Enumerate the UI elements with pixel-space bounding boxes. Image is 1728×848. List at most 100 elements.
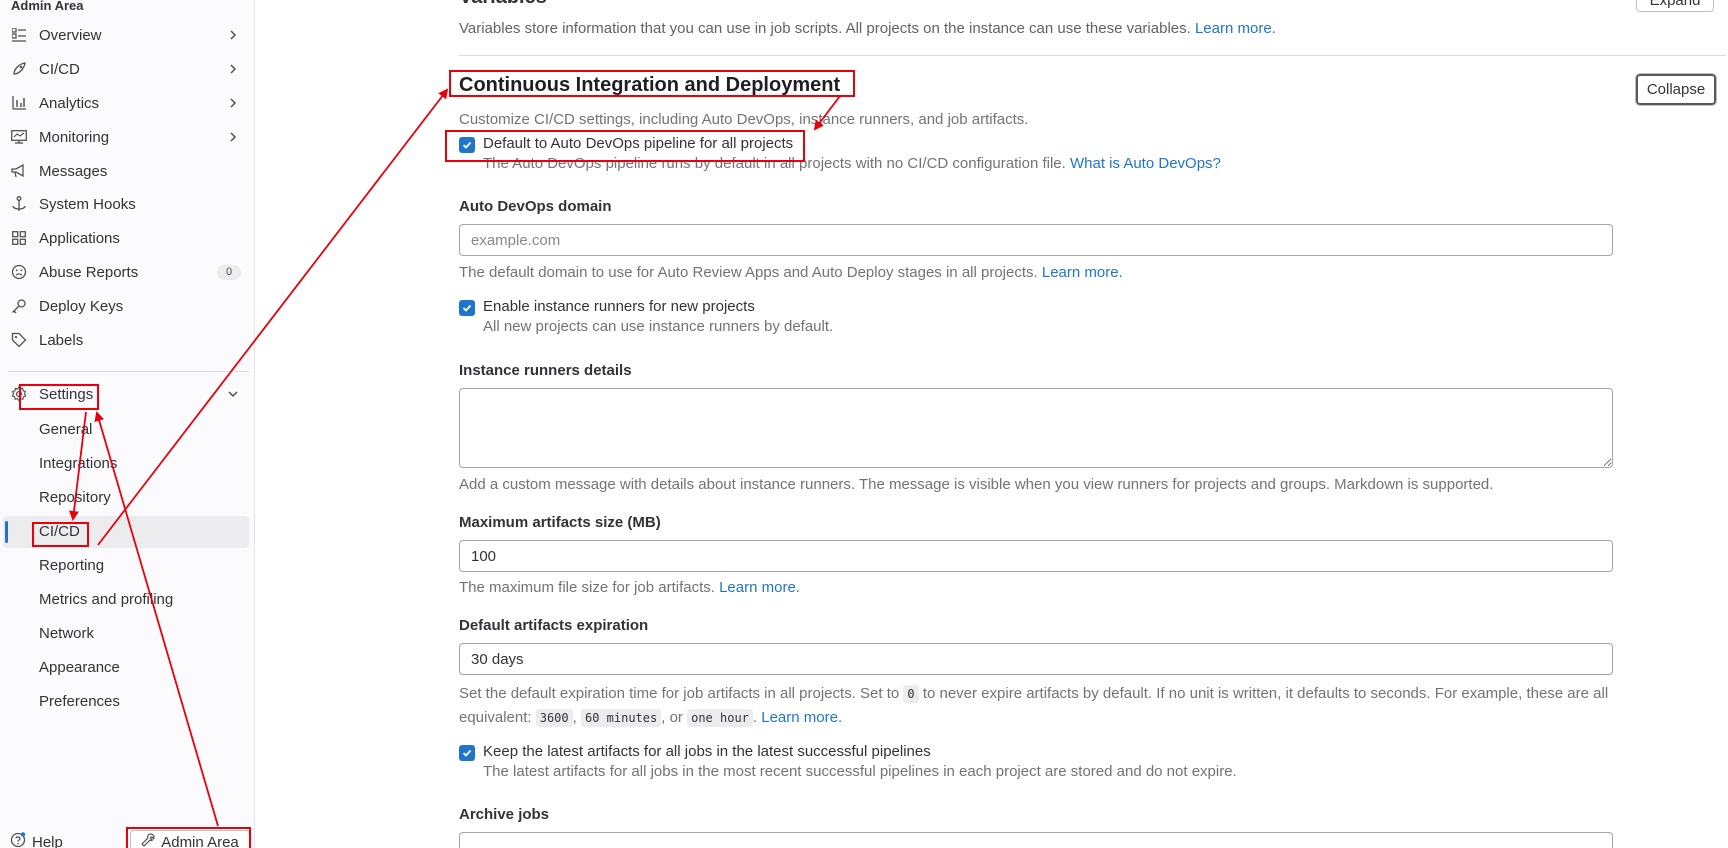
auto-devops-domain-help: The default domain to use for Auto Revie… [459,264,1123,281]
instance-runners-checkbox[interactable] [459,300,475,316]
expand-button[interactable]: Expand [1636,0,1714,12]
collapse-button[interactable]: Collapse [1635,73,1717,106]
instance-runners-details-label: Instance runners details [459,362,632,379]
keep-latest-artifacts-checkbox-label: Keep the latest artifacts for all jobs i… [483,743,931,760]
auto-devops-checkbox-row[interactable]: Default to Auto DevOps pipeline for all … [459,135,793,153]
settings-main: Variables Variables store information th… [256,0,1728,848]
help-button[interactable]: Help [10,832,63,848]
artifacts-expiration-help: Set the default expiration time for job … [459,685,1609,727]
sidebar-item-analytics[interactable]: Analytics [0,86,249,120]
auto-devops-help: The Auto DevOps pipeline runs by default… [483,155,1221,172]
expiration-learn-more-link[interactable]: Learn more. [761,709,842,726]
count-badge: 0 [217,265,241,280]
sidebar-item-label: Messages [39,162,108,180]
max-artifacts-size-input[interactable] [459,540,1613,572]
sidebar-item-label: Labels [39,331,84,349]
auto-devops-domain-label: Auto DevOps domain [459,198,612,215]
sidebar-item-messages[interactable]: Messages [0,154,249,188]
sidebar-item-label: Deploy Keys [39,297,124,315]
sidebar-item-applications[interactable]: Applications [0,221,249,255]
sidebar-header: Admin Area [11,0,84,13]
auto-devops-checkbox-label: Default to Auto DevOps pipeline for all … [483,135,794,152]
chevron-right-icon [226,96,240,110]
sidebar-subitem-preferences[interactable]: Preferences [3,686,249,718]
code-snippet: 3600 [535,709,573,727]
cicd-section-title: Continuous Integration and Deployment [459,74,841,96]
code-snippet: one hour [687,709,753,727]
sidebar-item-cicd[interactable]: CI/CD [0,52,249,86]
applications-icon [11,230,27,246]
sidebar-subitem-reporting[interactable]: Reporting [3,550,249,582]
sad-face-icon [11,264,27,280]
archive-jobs-input[interactable] [459,832,1613,848]
sidebar-subitem-metrics[interactable]: Metrics and profiling [3,584,249,616]
help-label: Help [32,833,63,848]
chart-icon [11,95,27,111]
artifacts-expiration-input[interactable] [459,643,1613,675]
variables-section-description: Variables store information that you can… [459,20,1276,37]
variables-section-title: Variables [459,0,547,9]
sidebar-item-deploy-keys[interactable]: Deploy Keys [0,289,249,323]
admin-area-button[interactable]: Admin Area [130,830,250,848]
bullhorn-icon [11,163,27,179]
sidebar-item-system-hooks[interactable]: System Hooks [0,187,249,221]
instance-runners-checkbox-label: Enable instance runners for new projects [483,298,755,315]
monitor-icon [11,129,27,145]
overview-icon [11,27,27,43]
sidebar-item-labels[interactable]: Labels [0,323,249,357]
sidebar-item-settings[interactable]: Settings [0,377,249,411]
sidebar-item-label: Analytics [39,94,100,112]
sidebar-item-label: Applications [39,229,120,247]
max-artifacts-size-label: Maximum artifacts size (MB) [459,514,661,531]
keep-latest-artifacts-checkbox[interactable] [459,745,475,761]
wrench-icon [141,833,155,848]
instance-runners-help: All new projects can use instance runner… [483,318,834,335]
max-artifacts-learn-more-link[interactable]: Learn more. [719,579,800,596]
sidebar-item-label: Abuse Reports [39,263,139,281]
sidebar-item-abuse-reports[interactable]: Abuse Reports 0 [0,255,249,289]
sidebar-item-label: CI/CD [39,60,80,78]
sidebar-subitem-repository[interactable]: Repository [3,482,249,514]
sidebar-item-label: Overview [39,26,102,44]
auto-devops-checkbox[interactable] [459,137,475,153]
gear-icon [11,386,27,402]
key-icon [11,298,27,314]
sidebar-item-monitoring[interactable]: Monitoring [0,120,249,154]
chevron-down-icon [226,387,240,401]
archive-jobs-label: Archive jobs [459,806,550,823]
artifacts-expiration-label: Default artifacts expiration [459,617,649,634]
instance-runners-details-textarea[interactable] [459,388,1613,468]
admin-area-label: Admin Area [161,833,239,848]
section-divider [459,55,1726,56]
sidebar-item-overview[interactable]: Overview [0,18,249,52]
chevron-right-icon [226,62,240,76]
sidebar-item-label: Settings [39,385,94,403]
domain-learn-more-link[interactable]: Learn more. [1042,264,1123,281]
keep-latest-artifacts-checkbox-row[interactable]: Keep the latest artifacts for all jobs i… [459,743,931,761]
sidebar-subitem-network[interactable]: Network [3,618,249,650]
what-is-auto-devops-link[interactable]: What is Auto DevOps? [1070,155,1221,172]
sidebar-subitem-integrations[interactable]: Integrations [3,448,249,480]
rocket-icon [11,61,27,77]
sidebar-item-label: Monitoring [39,128,110,146]
keep-latest-artifacts-help: The latest artifacts for all jobs in the… [483,763,1237,780]
sidebar-divider [8,371,249,372]
sidebar-subitem-cicd[interactable]: CI/CD [3,516,249,548]
instance-runners-details-help: Add a custom message with details about … [459,476,1494,493]
sidebar-item-label: System Hooks [39,195,136,213]
code-snippet: 60 minutes [580,709,662,727]
help-icon [10,832,26,848]
code-snippet: 0 [903,685,919,703]
variables-learn-more-link[interactable]: Learn more. [1195,20,1276,37]
max-artifacts-size-help: The maximum file size for job artifacts.… [459,579,800,596]
chevron-right-icon [226,130,240,144]
admin-sidebar: Admin Area Overview CI/CD Analytics Moni… [0,0,255,848]
sidebar-subitem-general[interactable]: General [3,414,249,446]
label-icon [11,332,27,348]
anchor-icon [11,196,27,212]
sidebar-subitem-appearance[interactable]: Appearance [3,652,249,684]
cicd-section-description: Customize CI/CD settings, including Auto… [459,111,1029,128]
auto-devops-domain-input[interactable] [459,224,1613,256]
chevron-right-icon [226,28,240,42]
instance-runners-checkbox-row[interactable]: Enable instance runners for new projects [459,298,755,316]
